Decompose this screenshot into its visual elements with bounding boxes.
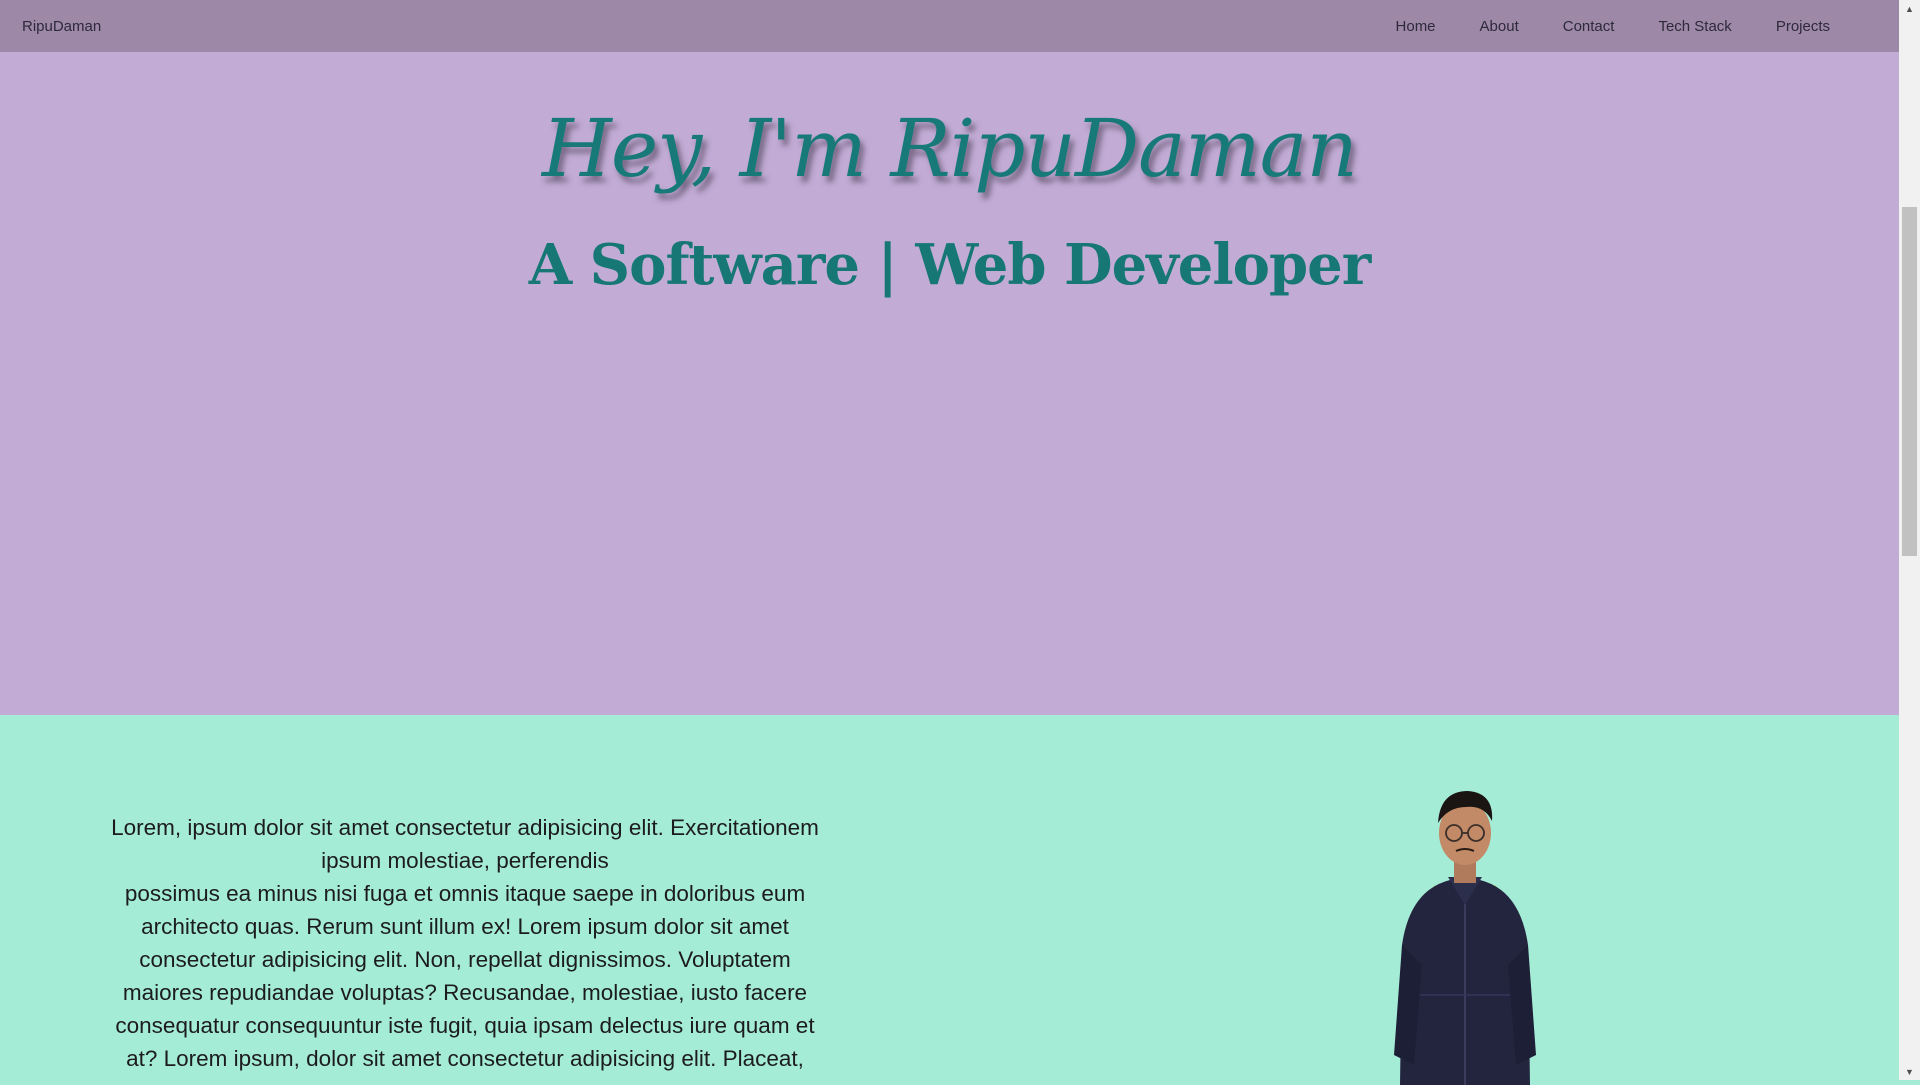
page-scrollbar[interactable]: ▲ ▼ xyxy=(1899,0,1920,1080)
about-text: Lorem, ipsum dolor sit amet consectetur … xyxy=(104,811,826,1075)
navbar: RipuDaman Home About Contact Tech Stack … xyxy=(0,0,1899,52)
hero-section: Hey, I'm RipuDaman A Software | Web Deve… xyxy=(0,52,1899,715)
scroll-up-arrow-icon[interactable]: ▲ xyxy=(1899,0,1920,17)
hero-title: Hey, I'm RipuDaman xyxy=(542,102,1358,195)
portrait-image xyxy=(1394,791,1536,1085)
nav-link-contact[interactable]: Contact xyxy=(1541,18,1637,35)
scroll-down-arrow-icon[interactable]: ▼ xyxy=(1899,1063,1920,1080)
about-section: Lorem, ipsum dolor sit amet consectetur … xyxy=(0,715,1899,1085)
nav-link-tech-stack[interactable]: Tech Stack xyxy=(1636,18,1753,35)
nav-link-home[interactable]: Home xyxy=(1374,18,1458,35)
hero-subtitle: A Software | Web Developer xyxy=(528,232,1372,298)
about-text-line: Lorem, ipsum dolor sit amet consectetur … xyxy=(111,815,819,873)
brand-link[interactable]: RipuDaman xyxy=(22,18,101,35)
about-text-line: possimus ea minus nisi fuga et omnis ita… xyxy=(115,881,815,1071)
scrollbar-thumb[interactable] xyxy=(1902,207,1917,556)
nav-links: Home About Contact Tech Stack Projects xyxy=(1374,18,1852,35)
nav-link-about[interactable]: About xyxy=(1458,18,1541,35)
nav-link-projects[interactable]: Projects xyxy=(1754,18,1852,35)
